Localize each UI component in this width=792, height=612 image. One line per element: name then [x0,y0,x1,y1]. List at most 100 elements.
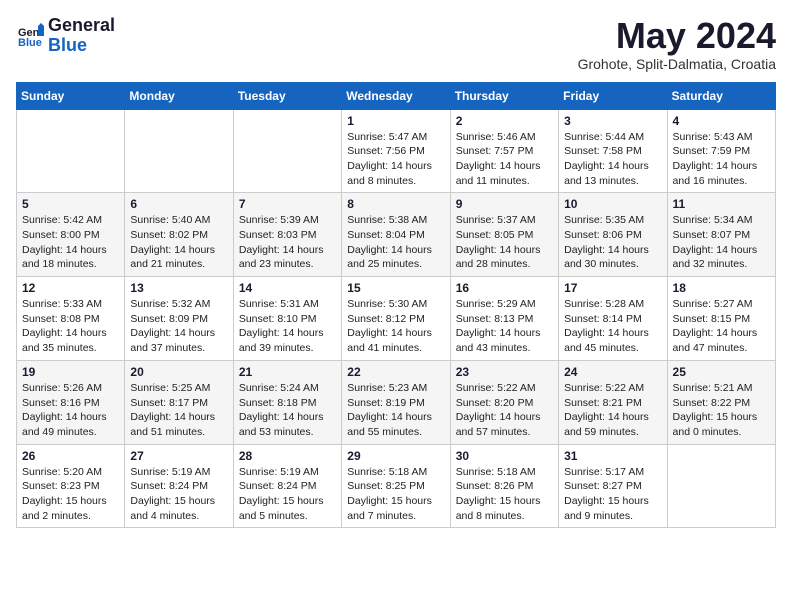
day-info: Sunrise: 5:43 AM Sunset: 7:59 PM Dayligh… [673,130,770,189]
day-number: 1 [347,114,444,128]
day-info: Sunrise: 5:47 AM Sunset: 7:56 PM Dayligh… [347,130,444,189]
calendar-cell: 1 Sunrise: 5:47 AM Sunset: 7:56 PM Daylig… [342,109,450,193]
day-info: Sunrise: 5:22 AM Sunset: 8:20 PM Dayligh… [456,381,553,440]
calendar-table: SundayMondayTuesdayWednesdayThursdayFrid… [16,82,776,529]
day-number: 6 [130,197,227,211]
day-info: Sunrise: 5:35 AM Sunset: 8:06 PM Dayligh… [564,213,661,272]
day-info: Sunrise: 5:42 AM Sunset: 8:00 PM Dayligh… [22,213,119,272]
day-number: 30 [456,449,553,463]
day-number: 9 [456,197,553,211]
calendar-cell: 3 Sunrise: 5:44 AM Sunset: 7:58 PM Daylig… [559,109,667,193]
calendar-cell: 10 Sunrise: 5:35 AM Sunset: 8:06 PM Dayli… [559,193,667,277]
calendar-cell: 6 Sunrise: 5:40 AM Sunset: 8:02 PM Daylig… [125,193,233,277]
day-number: 2 [456,114,553,128]
day-info: Sunrise: 5:34 AM Sunset: 8:07 PM Dayligh… [673,213,770,272]
day-info: Sunrise: 5:31 AM Sunset: 8:10 PM Dayligh… [239,297,336,356]
calendar-cell: 25Sunrise: 5:21 AM Sunset: 8:22 PM Dayli… [667,360,775,444]
day-number: 5 [22,197,119,211]
day-of-week-header: Saturday [667,82,775,109]
calendar-header: SundayMondayTuesdayWednesdayThursdayFrid… [17,82,776,109]
calendar-cell: 9 Sunrise: 5:37 AM Sunset: 8:05 PM Daylig… [450,193,558,277]
day-info: Sunrise: 5:26 AM Sunset: 8:16 PM Dayligh… [22,381,119,440]
day-info: Sunrise: 5:44 AM Sunset: 7:58 PM Dayligh… [564,130,661,189]
day-info: Sunrise: 5:18 AM Sunset: 8:25 PM Dayligh… [347,465,444,524]
svg-text:Blue: Blue [18,37,42,49]
location-text: Grohote, Split-Dalmatia, Croatia [578,56,776,72]
calendar-cell: 31 Sunrise: 5:17 AM Sunset: 8:27 PM Dayli… [559,444,667,528]
day-info: Sunrise: 5:40 AM Sunset: 8:02 PM Dayligh… [130,213,227,272]
day-info: Sunrise: 5:19 AM Sunset: 8:24 PM Dayligh… [130,465,227,524]
day-number: 25 [673,365,770,379]
calendar-cell: 26 Sunrise: 5:20 AM Sunset: 8:23 PM Dayli… [17,444,125,528]
logo: General Blue General Blue [16,16,115,56]
calendar-cell: 19Sunrise: 5:26 AM Sunset: 8:16 PM Dayli… [17,360,125,444]
calendar-week-row: 1 Sunrise: 5:47 AM Sunset: 7:56 PM Daylig… [17,109,776,193]
day-info: Sunrise: 5:23 AM Sunset: 8:19 PM Dayligh… [347,381,444,440]
calendar-cell: 8 Sunrise: 5:38 AM Sunset: 8:04 PM Daylig… [342,193,450,277]
calendar-cell: 17Sunrise: 5:28 AM Sunset: 8:14 PM Dayli… [559,277,667,361]
day-info: Sunrise: 5:20 AM Sunset: 8:23 PM Dayligh… [22,465,119,524]
day-info: Sunrise: 5:24 AM Sunset: 8:18 PM Dayligh… [239,381,336,440]
calendar-cell: 22 Sunrise: 5:23 AM Sunset: 8:19 PM Dayli… [342,360,450,444]
day-info: Sunrise: 5:32 AM Sunset: 8:09 PM Dayligh… [130,297,227,356]
calendar-week-row: 12 Sunrise: 5:33 AM Sunset: 8:08 PM Dayli… [17,277,776,361]
calendar-cell: 24 Sunrise: 5:22 AM Sunset: 8:21 PM Dayli… [559,360,667,444]
day-number: 16 [456,281,553,295]
calendar-week-row: 19Sunrise: 5:26 AM Sunset: 8:16 PM Dayli… [17,360,776,444]
calendar-cell: 5 Sunrise: 5:42 AM Sunset: 8:00 PM Daylig… [17,193,125,277]
calendar-cell [667,444,775,528]
day-info: Sunrise: 5:30 AM Sunset: 8:12 PM Dayligh… [347,297,444,356]
calendar-cell: 28Sunrise: 5:19 AM Sunset: 8:24 PM Dayli… [233,444,341,528]
calendar-cell: 30Sunrise: 5:18 AM Sunset: 8:26 PM Dayli… [450,444,558,528]
calendar-cell: 4Sunrise: 5:43 AM Sunset: 7:59 PM Daylig… [667,109,775,193]
day-number: 22 [347,365,444,379]
day-info: Sunrise: 5:33 AM Sunset: 8:08 PM Dayligh… [22,297,119,356]
day-number: 15 [347,281,444,295]
day-number: 17 [564,281,661,295]
month-title: May 2024 [578,16,776,56]
logo-general-text: General [48,16,115,36]
day-number: 3 [564,114,661,128]
day-number: 20 [130,365,227,379]
day-info: Sunrise: 5:17 AM Sunset: 8:27 PM Dayligh… [564,465,661,524]
day-info: Sunrise: 5:22 AM Sunset: 8:21 PM Dayligh… [564,381,661,440]
day-info: Sunrise: 5:25 AM Sunset: 8:17 PM Dayligh… [130,381,227,440]
day-of-week-header: Thursday [450,82,558,109]
day-of-week-header: Tuesday [233,82,341,109]
calendar-week-row: 5 Sunrise: 5:42 AM Sunset: 8:00 PM Daylig… [17,193,776,277]
day-info: Sunrise: 5:37 AM Sunset: 8:05 PM Dayligh… [456,213,553,272]
calendar-cell: 13Sunrise: 5:32 AM Sunset: 8:09 PM Dayli… [125,277,233,361]
day-number: 14 [239,281,336,295]
calendar-cell [233,109,341,193]
day-number: 24 [564,365,661,379]
calendar-cell: 16Sunrise: 5:29 AM Sunset: 8:13 PM Dayli… [450,277,558,361]
page-header: General Blue General Blue May 2024 Groho… [16,16,776,72]
day-number: 12 [22,281,119,295]
calendar-cell: 20 Sunrise: 5:25 AM Sunset: 8:17 PM Dayli… [125,360,233,444]
day-number: 26 [22,449,119,463]
day-number: 7 [239,197,336,211]
calendar-cell: 18Sunrise: 5:27 AM Sunset: 8:15 PM Dayli… [667,277,775,361]
day-info: Sunrise: 5:46 AM Sunset: 7:57 PM Dayligh… [456,130,553,189]
day-of-week-header: Sunday [17,82,125,109]
calendar-cell: 15 Sunrise: 5:30 AM Sunset: 8:12 PM Dayli… [342,277,450,361]
day-number: 18 [673,281,770,295]
day-number: 29 [347,449,444,463]
logo-blue-text: Blue [48,36,115,56]
calendar-cell: 11Sunrise: 5:34 AM Sunset: 8:07 PM Dayli… [667,193,775,277]
calendar-cell: 14 Sunrise: 5:31 AM Sunset: 8:10 PM Dayli… [233,277,341,361]
header-row: SundayMondayTuesdayWednesdayThursdayFrid… [17,82,776,109]
calendar-cell [125,109,233,193]
calendar-cell: 27Sunrise: 5:19 AM Sunset: 8:24 PM Dayli… [125,444,233,528]
day-info: Sunrise: 5:38 AM Sunset: 8:04 PM Dayligh… [347,213,444,272]
day-number: 8 [347,197,444,211]
day-info: Sunrise: 5:19 AM Sunset: 8:24 PM Dayligh… [239,465,336,524]
day-number: 10 [564,197,661,211]
calendar-body: 1 Sunrise: 5:47 AM Sunset: 7:56 PM Daylig… [17,109,776,528]
day-number: 31 [564,449,661,463]
calendar-cell: 2 Sunrise: 5:46 AM Sunset: 7:57 PM Daylig… [450,109,558,193]
calendar-week-row: 26 Sunrise: 5:20 AM Sunset: 8:23 PM Dayli… [17,444,776,528]
title-block: May 2024 Grohote, Split-Dalmatia, Croati… [578,16,776,72]
day-of-week-header: Monday [125,82,233,109]
day-of-week-header: Wednesday [342,82,450,109]
